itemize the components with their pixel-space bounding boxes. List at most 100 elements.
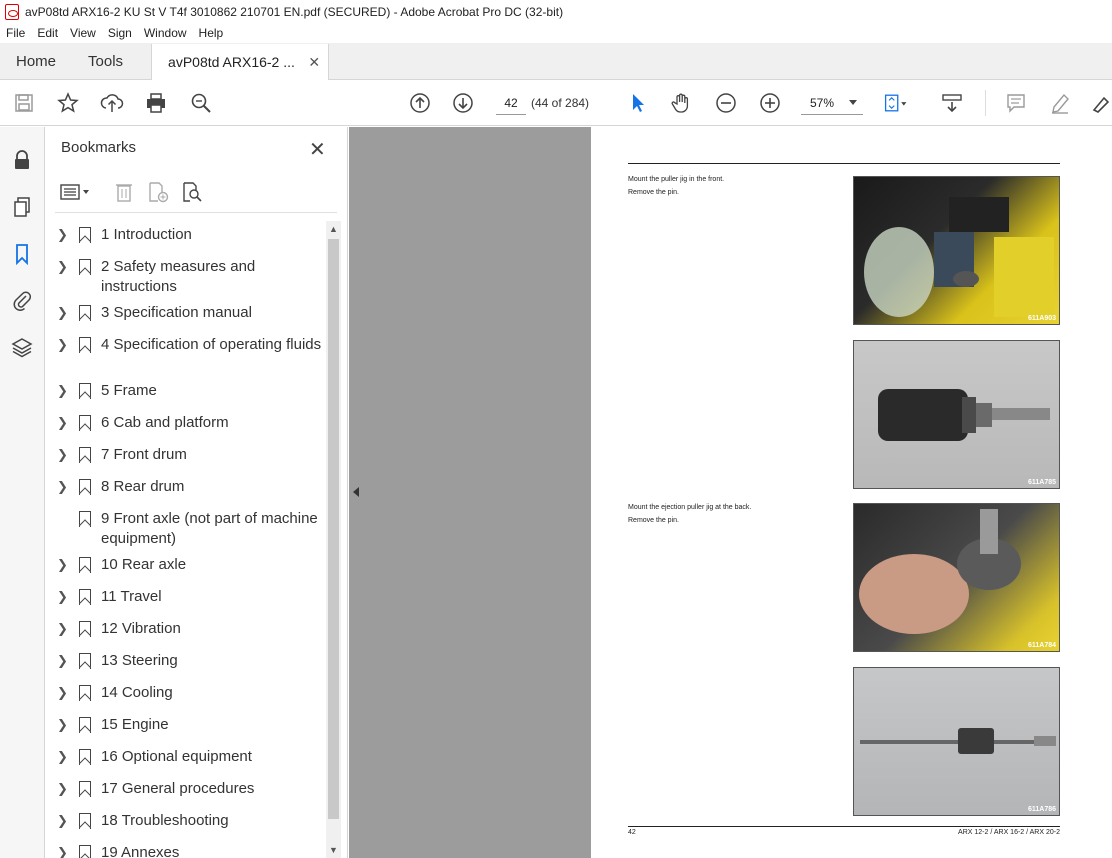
- chevron-right-icon[interactable]: ❯: [57, 259, 68, 275]
- chevron-right-icon[interactable]: ❯: [57, 447, 68, 463]
- scroll-mode-icon[interactable]: [939, 90, 965, 116]
- chevron-right-icon[interactable]: ❯: [57, 717, 68, 733]
- menu-window[interactable]: Window: [138, 26, 193, 40]
- bookmark-icon: [79, 653, 91, 669]
- chevron-right-icon[interactable]: ❯: [57, 621, 68, 637]
- bookmark-label: 18 Troubleshooting: [101, 812, 229, 829]
- bookmark-label: 11 Travel: [101, 588, 162, 605]
- lock-icon[interactable]: [9, 147, 35, 173]
- chevron-right-icon[interactable]: ❯: [57, 685, 68, 701]
- chevron-right-icon[interactable]: ❯: [57, 845, 68, 858]
- menu-bar: File Edit View Sign Window Help: [0, 23, 1112, 43]
- find-bookmark-icon[interactable]: [179, 179, 205, 205]
- bookmark-label: 14 Cooling: [101, 684, 173, 701]
- menu-view[interactable]: View: [64, 26, 102, 40]
- hand-tool-icon[interactable]: [669, 90, 695, 116]
- options-menu-icon[interactable]: [59, 179, 93, 205]
- bookmark-icon: [79, 511, 91, 527]
- footer-rule: [628, 826, 1060, 827]
- chevron-right-icon[interactable]: ❯: [57, 589, 68, 605]
- bookmark-label: 19 Annexes: [101, 844, 180, 858]
- chevron-right-icon[interactable]: ❯: [57, 337, 68, 353]
- layers-icon[interactable]: [9, 334, 35, 360]
- tab-document[interactable]: avP08td ARX16-2 ... ✕: [151, 44, 330, 80]
- sign-pen-icon[interactable]: [1088, 90, 1112, 116]
- title-bar: avP08td ARX16-2 KU St V T4f 3010862 2107…: [0, 0, 1112, 23]
- tab-tools[interactable]: Tools: [72, 43, 139, 79]
- menu-help[interactable]: Help: [193, 26, 230, 40]
- tab-bar: Home Tools avP08td ARX16-2 ... ✕: [0, 43, 1112, 80]
- figure-image: 611A785: [853, 340, 1060, 489]
- zoom-in-icon[interactable]: [757, 90, 783, 116]
- bookmarks-title: Bookmarks: [61, 139, 137, 156]
- page-thumbnails-icon[interactable]: [9, 194, 35, 220]
- page-number-input[interactable]: 42: [496, 91, 526, 115]
- scrollbar-thumb[interactable]: [328, 239, 339, 819]
- bookmark-icon: [79, 589, 91, 605]
- bookmark-icon: [79, 415, 91, 431]
- instruction-line: Mount the puller jig in the front.: [628, 176, 725, 183]
- instruction-line: Remove the pin.: [628, 189, 679, 196]
- bookmark-label: 17 General procedures: [101, 780, 255, 797]
- scroll-down-icon[interactable]: ▼: [329, 845, 338, 855]
- bookmark-icon: [79, 813, 91, 829]
- menu-file[interactable]: File: [0, 26, 31, 40]
- collapse-panel-icon[interactable]: [353, 487, 359, 497]
- bookmark-label: 4 Specification of operating fluids: [101, 336, 322, 353]
- chevron-right-icon[interactable]: ❯: [57, 415, 68, 431]
- bookmark-label: 8 Rear drum: [101, 478, 185, 495]
- close-panel-icon[interactable]: ✕: [309, 137, 326, 162]
- tab-home[interactable]: Home: [0, 43, 72, 79]
- figure-caption: 611A903: [1027, 315, 1056, 322]
- bookmark-label: 13 Steering: [101, 652, 178, 669]
- acrobat-icon: [5, 3, 19, 20]
- save-icon[interactable]: [11, 90, 37, 116]
- instruction-text: Mount the puller jig in the front. Remov…: [628, 173, 724, 199]
- bookmark-icon: [79, 845, 91, 858]
- chevron-right-icon[interactable]: ❯: [57, 305, 68, 321]
- delete-bookmark-icon[interactable]: [111, 179, 137, 205]
- upload-cloud-icon[interactable]: [99, 90, 125, 116]
- chevron-right-icon[interactable]: ❯: [57, 781, 68, 797]
- select-cursor-icon[interactable]: [625, 90, 651, 116]
- chevron-right-icon[interactable]: ❯: [57, 557, 68, 573]
- bookmark-icon: [79, 383, 91, 399]
- chevron-right-icon[interactable]: ❯: [57, 383, 68, 399]
- fit-page-icon[interactable]: [883, 90, 909, 116]
- zoom-out-icon[interactable]: [713, 90, 739, 116]
- menu-edit[interactable]: Edit: [31, 26, 64, 40]
- navigation-rail: [0, 127, 45, 858]
- next-page-icon[interactable]: [450, 90, 476, 116]
- toolbar-divider: [985, 90, 986, 116]
- chevron-right-icon[interactable]: ❯: [57, 653, 68, 669]
- bookmark-icon: [79, 749, 91, 765]
- bookmark-label: 6 Cab and platform: [101, 414, 229, 431]
- chevron-right-icon[interactable]: ❯: [57, 749, 68, 765]
- zoom-select[interactable]: 57%: [801, 91, 863, 115]
- bookmark-panel-icon[interactable]: [9, 241, 35, 267]
- bookmark-icon: [79, 479, 91, 495]
- chevron-right-icon[interactable]: ❯: [57, 479, 68, 495]
- scroll-up-icon[interactable]: ▲: [329, 224, 338, 234]
- print-icon[interactable]: [143, 90, 169, 116]
- bookmark-label: 16 Optional equipment: [101, 748, 252, 765]
- menu-sign[interactable]: Sign: [102, 26, 138, 40]
- bookmark-label: 5 Frame: [101, 382, 157, 399]
- highlight-pen-icon[interactable]: [1047, 90, 1073, 116]
- star-icon[interactable]: [55, 90, 81, 116]
- bookmark-label: 15 Engine: [101, 716, 169, 733]
- bookmark-label: 7 Front drum: [101, 446, 187, 463]
- chevron-right-icon[interactable]: ❯: [57, 813, 68, 829]
- bookmark-icon: [79, 337, 91, 353]
- previous-page-icon[interactable]: [407, 90, 433, 116]
- chevron-right-icon[interactable]: ❯: [57, 227, 68, 243]
- new-bookmark-icon[interactable]: [145, 179, 171, 205]
- close-tab-icon[interactable]: ✕: [308, 54, 320, 71]
- zoom-search-icon[interactable]: [188, 90, 214, 116]
- bookmark-scrollbar[interactable]: ▲ ▼: [326, 221, 341, 858]
- document-viewer[interactable]: Mount the puller jig in the front. Remov…: [349, 127, 1112, 858]
- attachment-icon[interactable]: [9, 287, 35, 313]
- comment-icon[interactable]: [1003, 90, 1029, 116]
- pdf-page: Mount the puller jig in the front. Remov…: [591, 127, 1112, 858]
- instruction-line: Mount the ejection puller jig at the bac…: [628, 504, 752, 511]
